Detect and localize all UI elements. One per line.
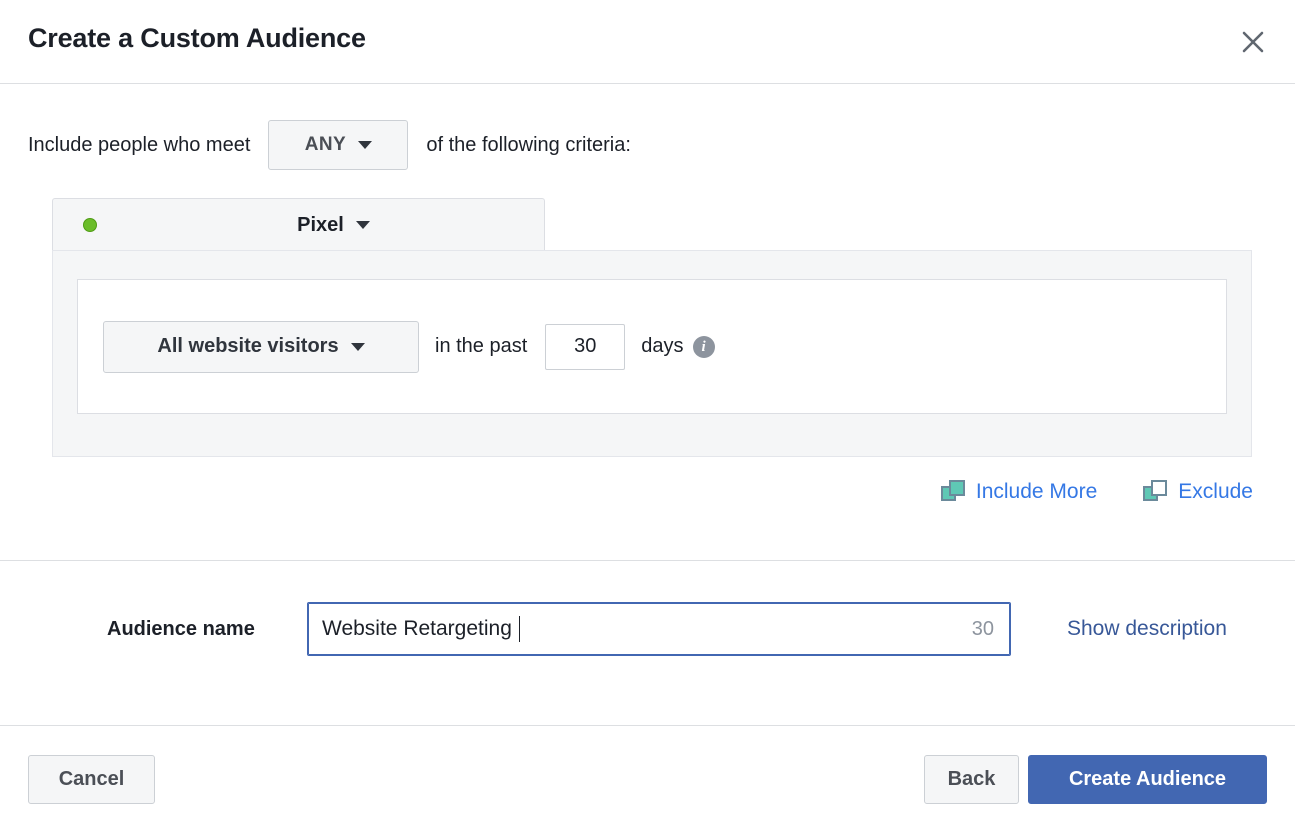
exclude-button[interactable]: Exclude: [1143, 480, 1253, 504]
website-visitors-value: All website visitors: [157, 335, 339, 357]
pixel-source-label: Pixel: [297, 213, 344, 236]
chevron-down-icon: [355, 221, 370, 229]
cancel-button[interactable]: Cancel: [28, 755, 155, 804]
retention-days-input[interactable]: [545, 323, 626, 370]
match-type-dropdown[interactable]: ANY: [268, 120, 409, 170]
chevron-down-icon: [350, 342, 365, 351]
show-description-link[interactable]: Show description: [1067, 602, 1227, 656]
include-more-label: Include More: [975, 480, 1098, 503]
two-filled-squares-icon: [940, 480, 965, 501]
text-cursor: [518, 616, 520, 642]
modal-header: Create a Custom Audience: [0, 0, 1295, 84]
retention-prefix-label: in the past: [435, 335, 528, 357]
include-more-button[interactable]: Include More: [940, 480, 1098, 504]
criteria-row: Include people who meet ANY of the follo…: [28, 120, 631, 170]
chevron-down-icon: [358, 141, 373, 149]
audience-name-label: Audience name: [107, 618, 255, 640]
char-count-badge: 30: [971, 617, 994, 640]
pixel-source-dropdown[interactable]: Pixel: [52, 198, 545, 251]
exclude-label: Exclude: [1178, 480, 1253, 503]
website-visitors-dropdown[interactable]: All website visitors: [103, 320, 419, 373]
criteria-suffix-text: of the following criteria:: [426, 134, 631, 156]
filled-and-outlined-squares-icon: [1143, 480, 1168, 501]
criteria-prefix-text: Include people who meet: [28, 134, 251, 156]
rule-row: All website visitors in the past days i: [77, 279, 1227, 414]
audience-name-input[interactable]: Website Retargeting 30: [307, 602, 1011, 656]
back-button[interactable]: Back: [924, 755, 1019, 804]
rule-actions: Include More Exclude: [895, 480, 1253, 504]
retention-unit-label: days: [641, 335, 684, 357]
close-icon[interactable]: [1233, 22, 1273, 62]
info-icon[interactable]: i: [692, 335, 715, 358]
audience-name-value: Website Retargeting: [322, 617, 512, 640]
page-title: Create a Custom Audience: [28, 23, 366, 53]
audience-rule-panel: All website visitors in the past days i: [52, 250, 1252, 457]
match-type-value: ANY: [304, 134, 347, 155]
section-divider-top: [0, 560, 1295, 561]
pixel-label-wrap: Pixel: [53, 214, 544, 237]
modal-footer: Cancel Back Create Audience: [0, 726, 1295, 826]
audience-name-row: Audience name Website Retargeting 30 Sho…: [0, 602, 1295, 656]
create-audience-button[interactable]: Create Audience: [1028, 755, 1267, 804]
